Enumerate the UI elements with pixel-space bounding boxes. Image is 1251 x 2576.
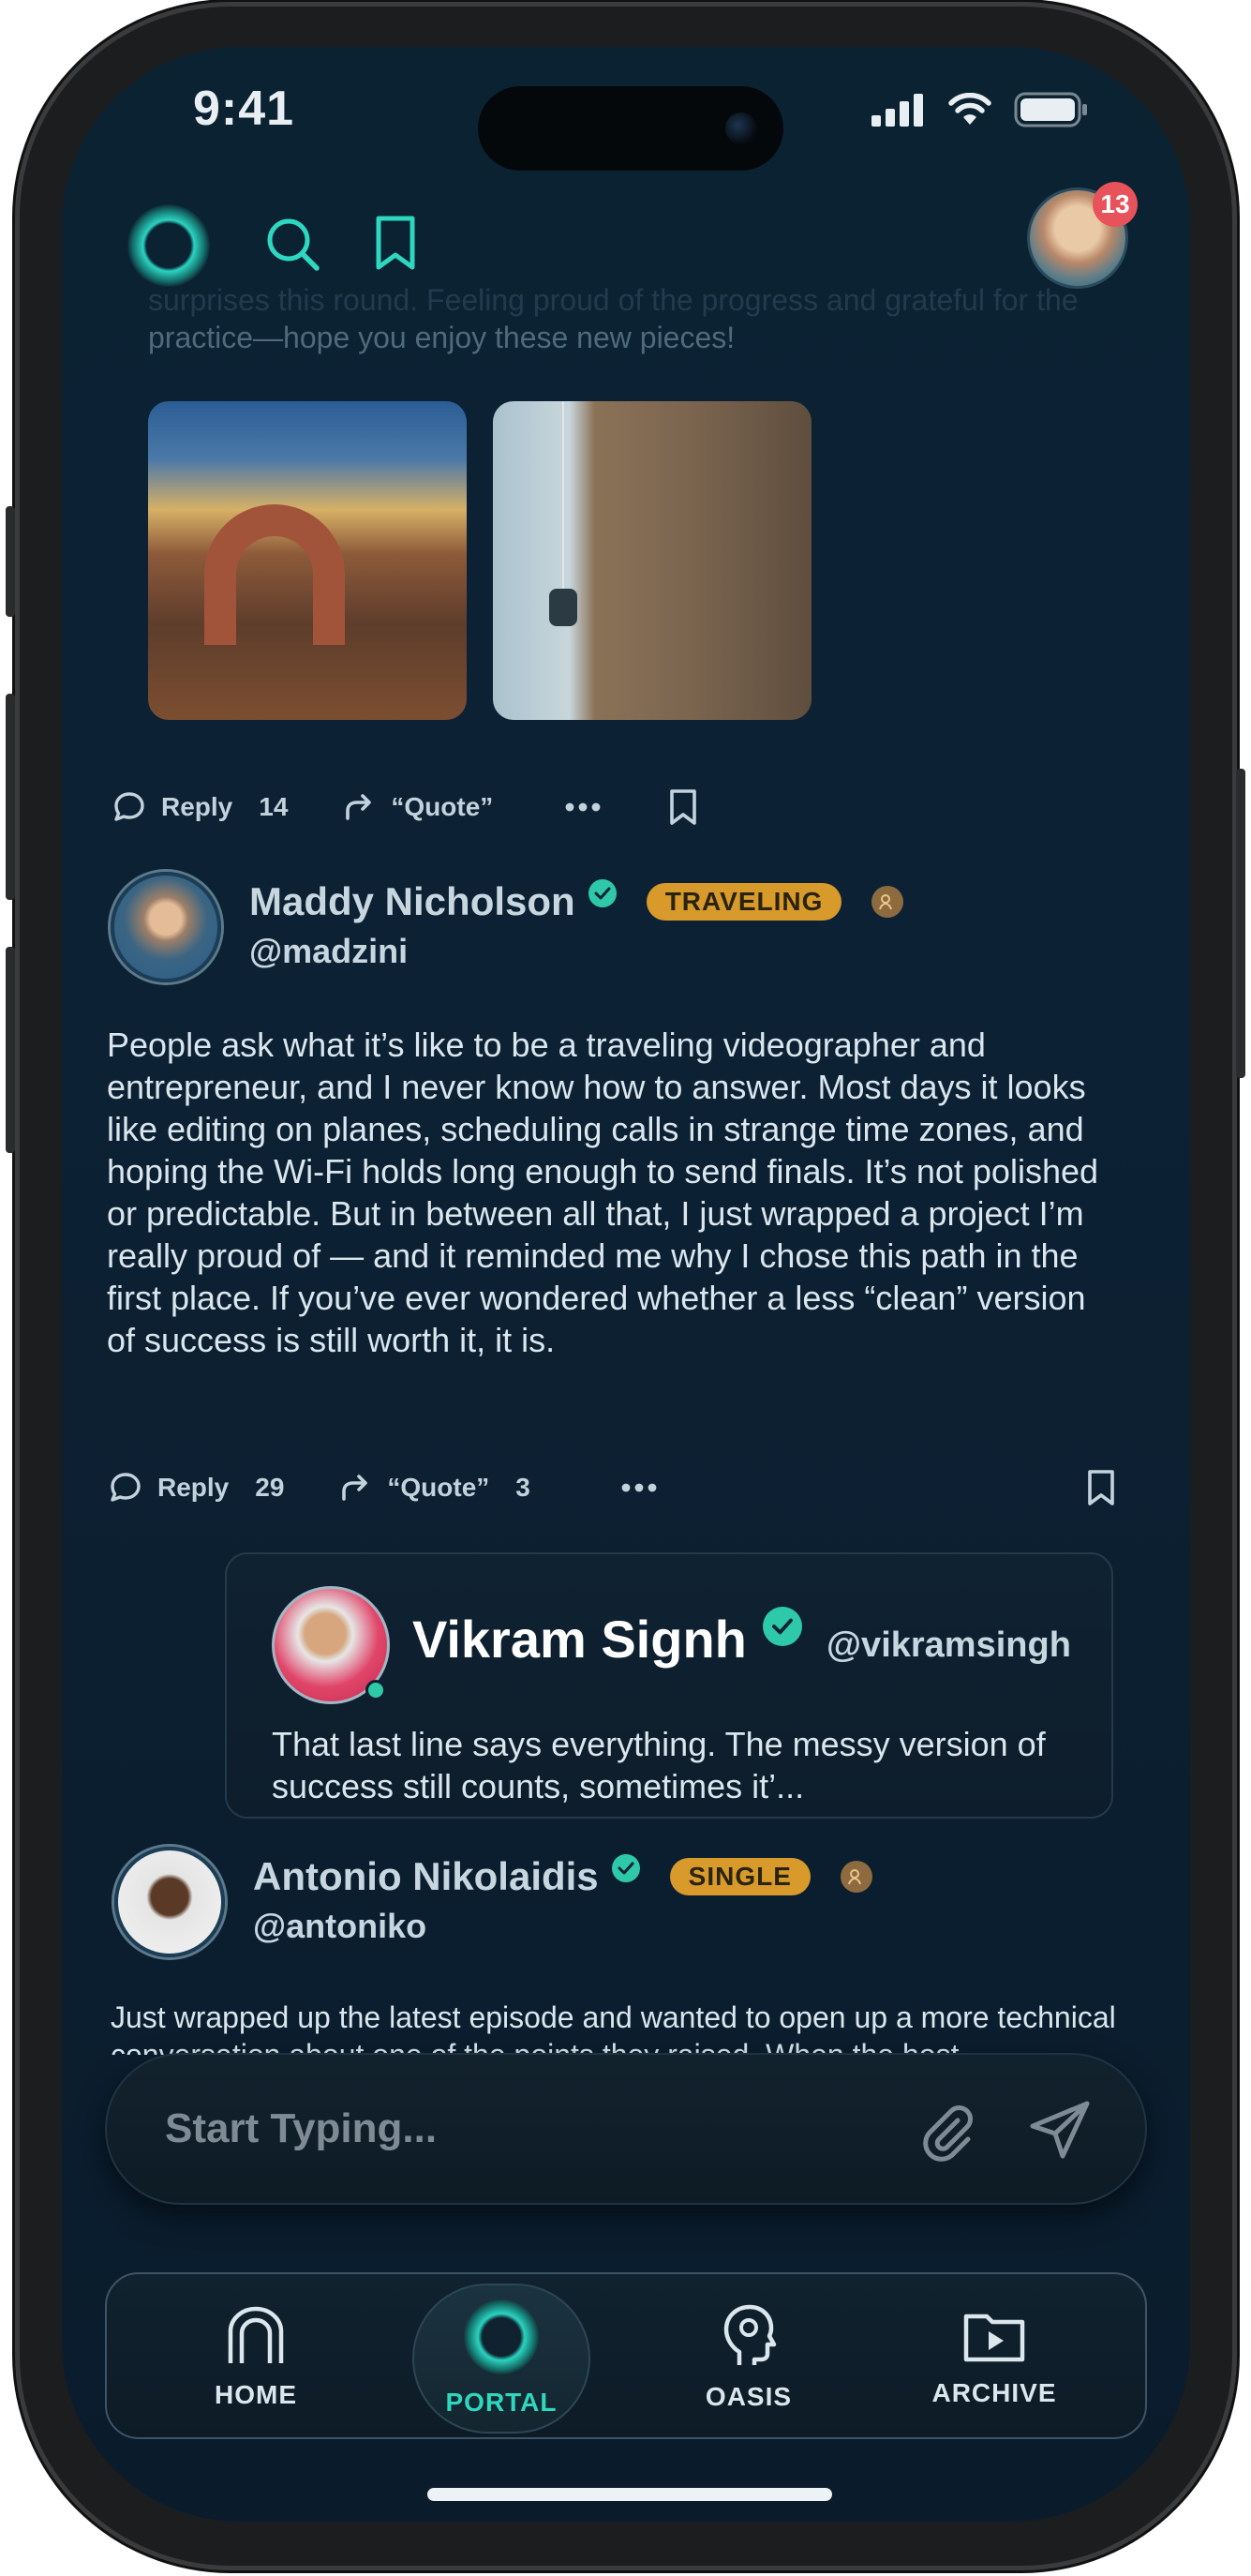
bookmark-icon	[670, 789, 697, 825]
bookmark-icon	[1088, 1470, 1114, 1505]
message-input[interactable]: Start Typing...	[165, 2105, 437, 2152]
more-dots-icon	[565, 802, 601, 812]
message-composer[interactable]: Start Typing...	[105, 2053, 1147, 2205]
app-screen: surprises this round. Feeling proud of t…	[62, 47, 1190, 2522]
action-button	[6, 506, 15, 617]
author-block: Maddy Nicholson TRAVELING @madzini	[249, 879, 904, 971]
author-handle[interactable]: @madzini	[249, 932, 903, 971]
head-profile-icon	[723, 2304, 777, 2365]
status-badge: SINGLE	[669, 1858, 811, 1895]
post-media-grid	[148, 401, 812, 720]
author-name[interactable]: Vikram Signh	[412, 1609, 747, 1670]
previous-post-text-line2: practice—hope you enjoy these new pieces…	[148, 321, 736, 354]
post-header-maddy: Maddy Nicholson TRAVELING @madzini	[111, 872, 904, 982]
connection-badge-icon	[871, 886, 904, 918]
post-body: Just wrapped up the latest episode and w…	[111, 2000, 1116, 2055]
share-arrow-icon	[346, 794, 372, 820]
nav-item-archive[interactable]: ARCHIVE	[905, 2274, 1083, 2441]
reply-icon	[114, 792, 144, 821]
quote-label: “Quote”	[387, 1473, 490, 1502]
post-body: People ask what it’s like to be a travel…	[107, 1026, 1099, 1359]
reply-label: Reply	[161, 792, 233, 821]
home-indicator[interactable]	[427, 2488, 832, 2501]
bottom-nav: HOME PORTAL OASIS ARCHIVE	[105, 2272, 1147, 2439]
search-icon[interactable]	[262, 214, 322, 274]
online-status-icon	[365, 1680, 386, 1700]
more-dots-icon	[621, 1483, 657, 1492]
verified-icon	[611, 1854, 640, 1882]
author-name[interactable]: Maddy Nicholson	[249, 879, 575, 924]
quote-text: That last line says everything. The mess…	[272, 1725, 1046, 1805]
quote-count: 3	[515, 1473, 530, 1502]
more-options-button[interactable]	[620, 1482, 658, 1493]
quote-button[interactable]: “Quote” 3	[336, 1469, 530, 1506]
nav-label-home: HOME	[215, 2380, 297, 2409]
nav-item-home[interactable]: HOME	[167, 2274, 345, 2441]
volume-down-button	[6, 947, 15, 1153]
portal-logo-icon[interactable]	[127, 204, 210, 287]
post-actions-maddy: Reply 29 “Quote” 3	[107, 1468, 1123, 1507]
bookmark-icon[interactable]	[371, 214, 420, 274]
status-icons	[870, 92, 1089, 127]
notification-badge: 13	[1093, 182, 1138, 227]
volume-up-button	[6, 694, 15, 900]
desert-arch-image[interactable]	[148, 401, 467, 720]
connection-badge-icon	[840, 1861, 872, 1893]
cliff-climber-image[interactable]	[493, 401, 812, 720]
battery-icon	[1014, 92, 1087, 127]
more-options-button[interactable]	[564, 801, 602, 813]
nav-label-archive: ARCHIVE	[931, 2378, 1057, 2407]
reply-count: 29	[255, 1473, 285, 1502]
wifi-icon	[948, 93, 991, 125]
bookmark-post-button[interactable]	[667, 787, 699, 827]
reply-button[interactable]: Reply 14	[111, 788, 288, 826]
nav-item-portal[interactable]: PORTAL	[412, 2284, 590, 2434]
author-handle[interactable]: @vikramsingh	[827, 1625, 1071, 1666]
status-time: 9:41	[193, 82, 295, 136]
nav-label-portal: PORTAL	[445, 2388, 558, 2417]
nav-label-oasis: OASIS	[705, 2382, 793, 2411]
power-button	[1236, 769, 1245, 1078]
reply-count: 14	[259, 792, 289, 821]
nav-item-oasis[interactable]: OASIS	[660, 2274, 838, 2441]
post-header-antonio: Antonio Nikolaidis SINGLE @antoniko	[114, 1847, 872, 1957]
verified-icon	[588, 879, 617, 907]
top-nav: 13	[62, 182, 1190, 309]
quote-button[interactable]: “Quote”	[340, 788, 493, 826]
share-arrow-icon	[342, 1475, 368, 1501]
reply-label: Reply	[157, 1473, 230, 1502]
bookmark-post-button[interactable]	[1085, 1468, 1117, 1507]
send-icon[interactable]	[1027, 2098, 1093, 2164]
home-arch-icon	[228, 2306, 284, 2363]
reply-button[interactable]: Reply 29	[107, 1469, 284, 1506]
quote-label: “Quote”	[391, 792, 494, 821]
portal-icon	[464, 2299, 539, 2374]
dynamic-island	[478, 86, 783, 171]
author-name[interactable]: Antonio Nikolaidis	[253, 1854, 599, 1899]
status-badge: TRAVELING	[646, 883, 842, 921]
paperclip-icon[interactable]	[916, 2100, 978, 2162]
avatar[interactable]	[114, 1847, 225, 1957]
cellular-signal-icon	[871, 94, 923, 127]
avatar[interactable]	[111, 872, 221, 982]
verified-icon	[763, 1607, 802, 1646]
previous-post-actions: Reply 14 “Quote”	[111, 787, 785, 827]
status-bar: 9:41	[62, 47, 1190, 171]
author-block: Antonio Nikolaidis SINGLE @antoniko	[253, 1854, 872, 1946]
author-handle[interactable]: @antoniko	[253, 1907, 872, 1946]
quote-reply-card[interactable]: Vikram Signh @vikramsingh That last line…	[225, 1552, 1113, 1819]
reply-icon	[111, 1473, 141, 1502]
folder-play-icon	[963, 2314, 1025, 2362]
